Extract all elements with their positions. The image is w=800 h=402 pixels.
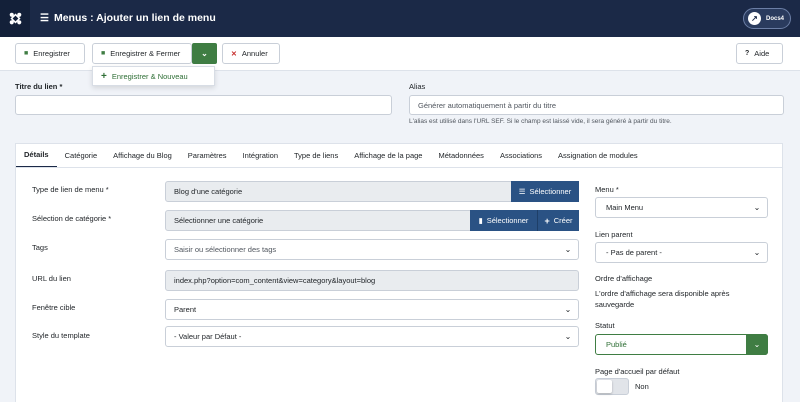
tab-parameters[interactable]: Paramètres [180, 144, 235, 168]
menu-type-select-button[interactable]: ☰ Sélectionner [511, 181, 579, 202]
tab-blog-display[interactable]: Affichage du Blog [105, 144, 180, 168]
template-style-label: Style du template [32, 331, 90, 340]
joomla-logo-icon [9, 12, 21, 25]
tags-select[interactable]: Saisir ou sélectionner des tags ⌄ [165, 239, 579, 260]
ordering-note: L'ordre d'affichage sera disponible aprè… [595, 289, 730, 309]
list-icon: ☰ [40, 12, 49, 24]
chevron-down-icon: ⌄ [564, 245, 572, 254]
tab-associations[interactable]: Associations [492, 144, 550, 168]
file-icon: ▮ [478, 216, 483, 225]
tab-link-type[interactable]: Type de liens [286, 144, 346, 168]
title-label: Titre du lien * [15, 82, 63, 91]
menu-type-label: Type de lien de menu * [32, 185, 109, 194]
tags-label: Tags [32, 243, 48, 252]
save-button[interactable]: ■ Enregistrer [15, 43, 85, 64]
alias-input[interactable]: Générer automatiquement à partir du titr… [409, 95, 784, 115]
chevron-down-icon: ⌄ [564, 332, 572, 341]
category-select-button[interactable]: ▮ Sélectionner [470, 210, 537, 231]
category-create-button[interactable]: + Créer [537, 210, 579, 231]
save-close-button[interactable]: ■ Enregistrer & Fermer [92, 43, 192, 64]
tab-category[interactable]: Catégorie [57, 144, 106, 168]
page-title: ☰ Menus : Ajouter un lien de menu [40, 12, 216, 24]
plus-icon: + [544, 215, 550, 226]
parent-item-select[interactable]: - Pas de parent - ⌄ [595, 242, 768, 263]
menu-label: Menu * [595, 185, 619, 194]
ordering-label: Ordre d'affichage [595, 274, 653, 283]
help-button[interactable]: ? Aide [736, 43, 783, 64]
alias-label: Alias [409, 82, 426, 91]
tab-module-assignment[interactable]: Assignation de modules [550, 144, 646, 168]
alias-hint: L'alias est utilisé dans l'URL SEF. Si l… [409, 118, 672, 125]
target-window-label: Fenêtre cible [32, 303, 76, 312]
question-icon: ? [745, 50, 750, 57]
default-page-toggle[interactable] [595, 378, 629, 395]
joomla-logo[interactable] [0, 0, 30, 37]
chevron-down-icon: ⌄ [201, 49, 208, 58]
cancel-button[interactable]: ✕ Annuler [222, 43, 280, 64]
status-select[interactable]: Publié ⌄ [595, 334, 768, 355]
tab-integration[interactable]: Intégration [235, 144, 286, 168]
tab-details[interactable]: Détails [16, 144, 57, 168]
url-field: index.php?option=com_content&view=catego… [165, 270, 579, 291]
dropdown-item-save-new[interactable]: + Enregistrer & Nouveau [92, 66, 215, 86]
menu-select[interactable]: Main Menu ⌄ [595, 197, 768, 218]
title-input[interactable] [15, 95, 392, 115]
save-options-dropdown-toggle[interactable]: ⌄ [192, 43, 217, 64]
list-icon: ☰ [518, 187, 526, 196]
chevron-down-icon: ⌄ [564, 305, 572, 314]
parent-item-label: Lien parent [595, 230, 633, 239]
plus-icon: + [101, 70, 107, 82]
status-label: Statut [595, 321, 615, 330]
chevron-down-icon: ⌄ [746, 334, 768, 355]
target-window-select[interactable]: Parent ⌄ [165, 299, 579, 320]
save-icon: ■ [101, 50, 106, 57]
tab-metadata[interactable]: Métadonnées [430, 144, 491, 168]
default-page-value: Non [635, 382, 649, 391]
chevron-down-icon: ⌄ [753, 248, 761, 257]
toggle-knob [597, 380, 612, 393]
chevron-down-icon: ⌄ [753, 203, 761, 212]
user-menu-button[interactable]: ↗ Docs4 [742, 8, 791, 29]
template-style-select[interactable]: - Valeur par Défaut - ⌄ [165, 326, 579, 347]
tab-bar: Détails Catégorie Affichage du Blog Para… [15, 143, 783, 168]
save-icon: ■ [24, 50, 29, 57]
tab-page-display[interactable]: Affichage de la page [346, 144, 430, 168]
category-label: Sélection de catégorie * [32, 214, 112, 223]
default-page-label: Page d'accueil par défaut [595, 367, 680, 376]
url-label: URL du lien [32, 274, 71, 283]
external-link-icon: ↗ [747, 12, 761, 25]
close-icon: ✕ [231, 50, 237, 58]
header-bar: ☰ Menus : Ajouter un lien de menu ↗ Docs… [0, 0, 800, 37]
